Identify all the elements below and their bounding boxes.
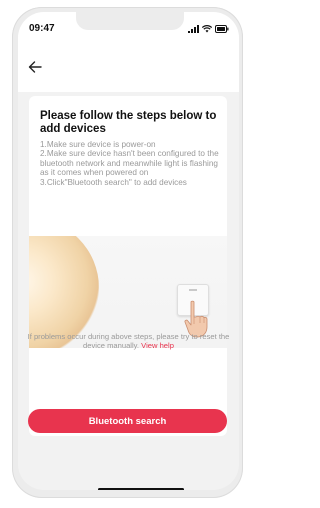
- battery-icon: [215, 25, 229, 33]
- app-screen: 09:47 Please follow the steps below to a…: [18, 12, 239, 490]
- phone-notch: [76, 12, 184, 30]
- steps-list: 1.Make sure device is power-on 2.Make su…: [40, 140, 224, 187]
- page-title: Please follow the steps below to add dev…: [40, 110, 217, 135]
- step-item: 2.Make sure device hasn't been configure…: [40, 149, 219, 178]
- nav-bar: [18, 46, 239, 92]
- instructions-card: Please follow the steps below to add dev…: [29, 96, 227, 436]
- back-arrow-icon[interactable]: [27, 59, 43, 75]
- status-time: 09:47: [29, 23, 55, 34]
- status-bar: 09:47: [18, 12, 239, 46]
- help-text: If problems occur during above steps, pl…: [26, 332, 231, 350]
- view-help-link[interactable]: View help: [141, 341, 174, 350]
- home-indicator: [98, 488, 184, 490]
- bluetooth-search-button[interactable]: Bluetooth search: [28, 409, 227, 433]
- signal-icon: [188, 25, 199, 33]
- step-item: 3.Click"Bluetooth search" to add devices: [40, 177, 187, 187]
- step-item: 1.Make sure device is power-on: [40, 140, 156, 149]
- help-message: If problems occur during above steps, pl…: [27, 332, 230, 350]
- status-icons: [188, 25, 229, 33]
- phone-mockup: 09:47 Please follow the steps below to a…: [0, 0, 247, 508]
- wifi-icon: [202, 25, 212, 33]
